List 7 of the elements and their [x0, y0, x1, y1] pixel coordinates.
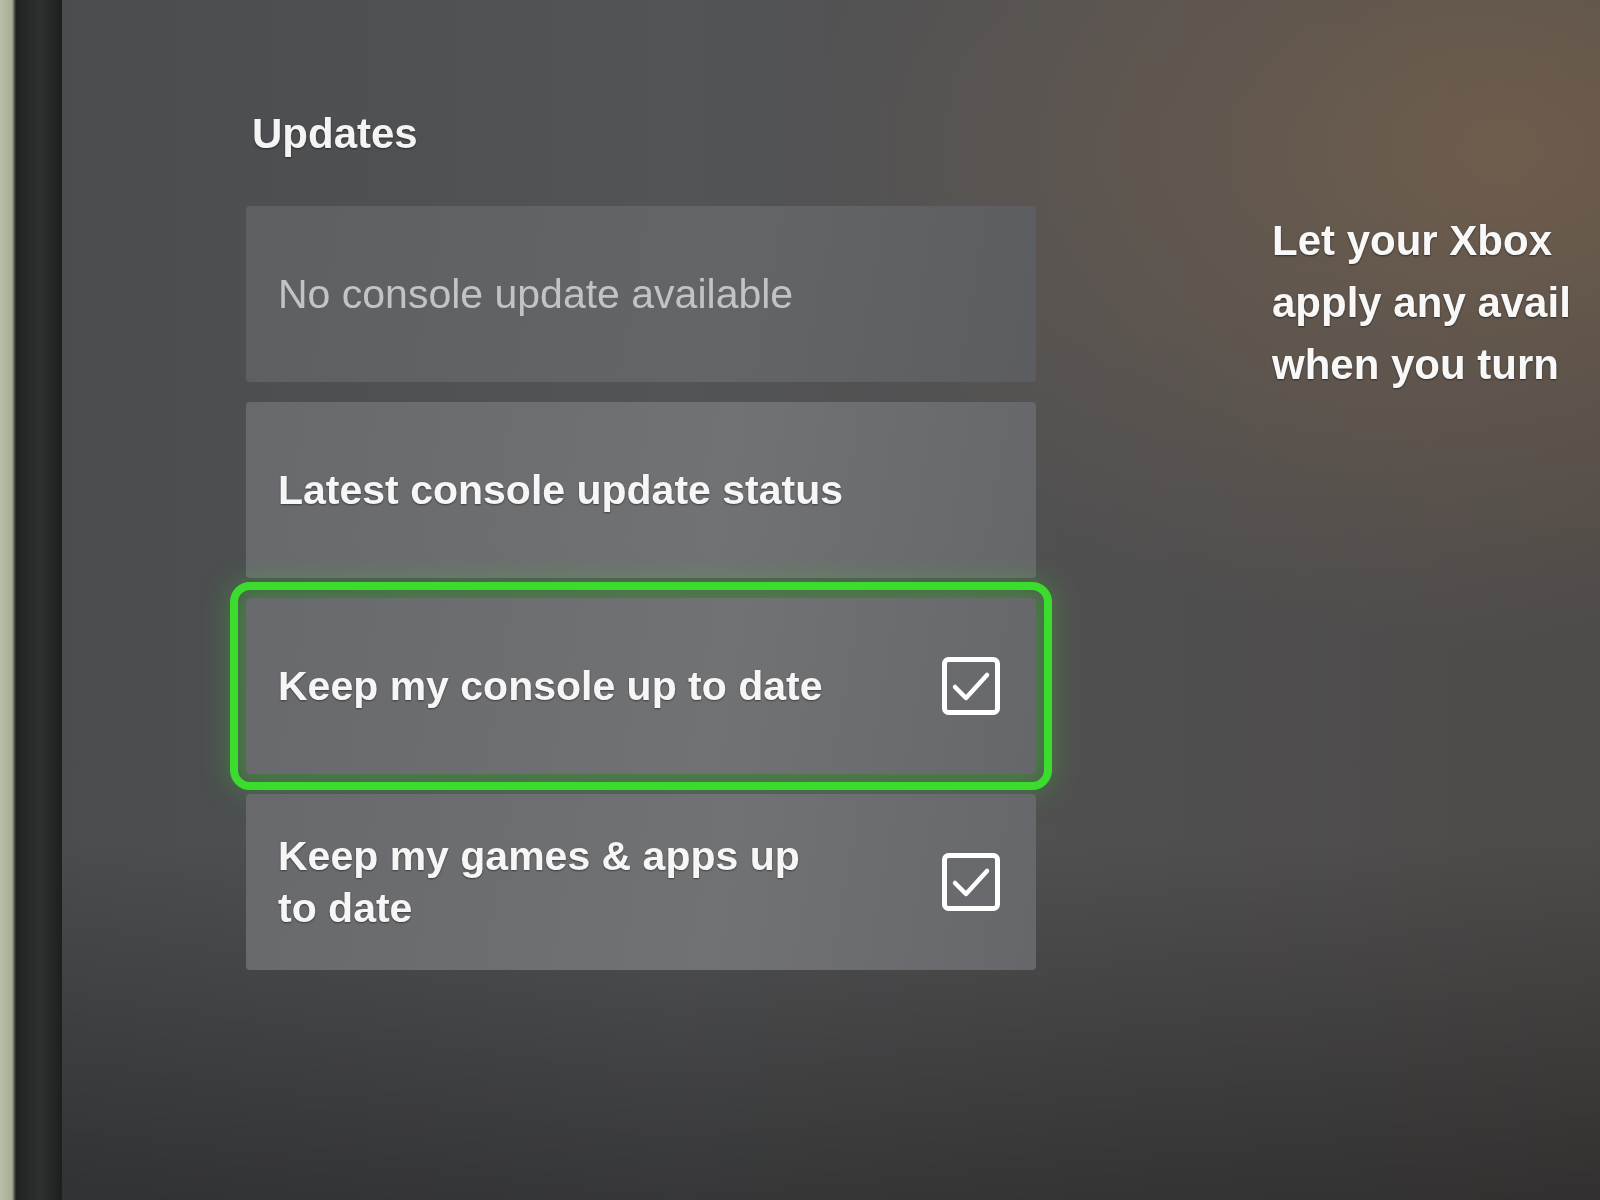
- setting-button[interactable]: Keep my console up to date: [246, 598, 1036, 774]
- description-text: Let your Xbox apply any avail when you turn: [1272, 216, 1571, 390]
- setting-button[interactable]: Keep my games & apps up to date: [246, 794, 1036, 970]
- setting-button[interactable]: Latest console update status: [246, 402, 1036, 578]
- section-title: Updates: [252, 109, 418, 159]
- checkbox[interactable]: [942, 853, 1000, 911]
- checkbox[interactable]: [942, 657, 1000, 715]
